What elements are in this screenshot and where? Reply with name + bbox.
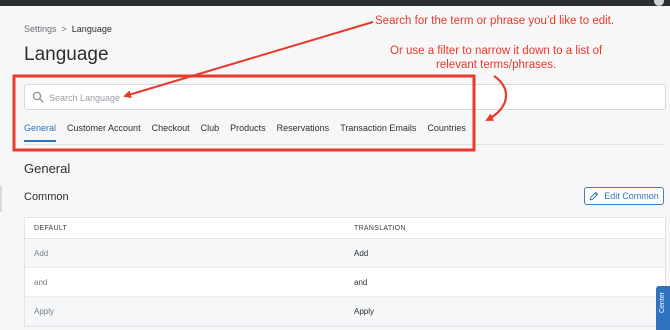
annotation-filter-line-1: Or use a filter to narrow it down to a l…	[390, 45, 603, 57]
default-cell: and	[34, 277, 48, 287]
annotation-filter-line-2: relevant terms/phrases.	[436, 59, 557, 71]
annotation-search-callout: Search for the term or phrase you’d like…	[375, 15, 615, 27]
top-bar	[0, 0, 670, 6]
tab-products[interactable]: Products	[230, 121, 266, 140]
tab-reservations[interactable]: Reservations	[277, 121, 330, 140]
user-avatar[interactable]	[654, 0, 664, 6]
annotation-filter-callout: Or use a filter to narrow it down to a l…	[390, 44, 602, 72]
tab-general[interactable]: General	[24, 121, 57, 142]
page-title: Language	[24, 44, 109, 65]
default-cell: Add	[34, 248, 49, 258]
translation-cell[interactable]: and	[354, 278, 367, 287]
tab-transaction-emails[interactable]: Transaction Emails	[340, 121, 416, 140]
table-body: Add Add and and Apply Apply	[25, 239, 665, 326]
search-icon	[32, 91, 44, 103]
column-header-translation: TRANSLATION	[354, 224, 406, 232]
edit-common-label: Edit Common	[604, 191, 659, 201]
pencil-icon	[589, 191, 599, 201]
edit-common-button[interactable]: Edit Common	[584, 187, 664, 205]
tab-club[interactable]: Club	[201, 121, 220, 140]
translation-cell[interactable]: Apply	[354, 307, 374, 316]
column-header-default: DEFAULT	[34, 224, 68, 232]
default-cell: Apply	[34, 306, 55, 316]
breadcrumb: Settings > Language	[24, 24, 112, 34]
filter-tabs: General Customer Account Checkout Club P…	[24, 121, 477, 145]
section-title: General	[24, 161, 71, 176]
search-input[interactable]	[47, 88, 651, 108]
tab-customer-account[interactable]: Customer Account	[67, 121, 141, 140]
help-center-tab[interactable]: Center	[656, 286, 670, 330]
breadcrumb-current: Language	[71, 24, 112, 34]
translations-table: DEFAULT TRANSLATION Add Add and and Appl…	[24, 217, 666, 327]
tab-checkout[interactable]: Checkout	[152, 121, 190, 140]
breadcrumb-settings-link[interactable]: Settings	[24, 24, 57, 34]
table-row[interactable]: and and	[25, 268, 665, 297]
table-header: DEFAULT TRANSLATION	[25, 218, 665, 239]
sidebar-edge	[0, 186, 2, 212]
translation-cell[interactable]: Add	[354, 249, 368, 258]
breadcrumb-separator: >	[61, 24, 67, 34]
tabs-divider	[24, 144, 664, 145]
tab-countries[interactable]: Countries	[427, 121, 466, 140]
table-row[interactable]: Add Add	[25, 239, 665, 268]
help-center-label: Center	[659, 292, 666, 314]
table-row[interactable]: Apply Apply	[25, 297, 665, 326]
search-box[interactable]	[24, 84, 666, 110]
subsection-title: Common	[24, 191, 69, 203]
